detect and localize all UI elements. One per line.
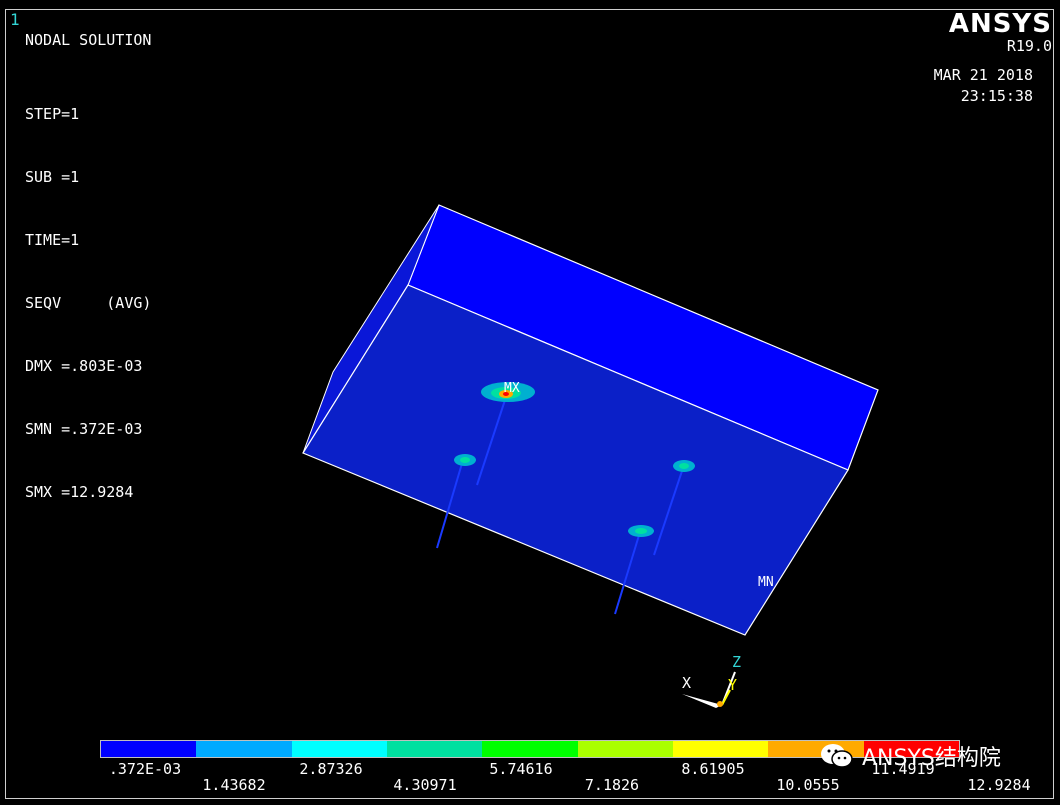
stress-spot-2[interactable] [454, 454, 476, 466]
min-label: MN [758, 575, 774, 590]
legend-color-cell [291, 741, 387, 757]
model-view[interactable] [0, 0, 1060, 805]
legend-tick: 10.0555 [776, 776, 840, 794]
legend-tick: .372E-03 [108, 760, 182, 778]
legend-color-cell [386, 741, 483, 757]
legend-tick: 7.1826 [584, 776, 640, 794]
axis-x-label: X [682, 674, 692, 692]
watermark: ANSYS结构院 [820, 740, 1001, 772]
stress-spot-3[interactable] [673, 460, 695, 472]
legend-tick: 4.30971 [393, 776, 457, 794]
legend-tick: 2.87326 [299, 760, 363, 778]
axis-y-label: Y [728, 676, 738, 694]
legend-color-cell [101, 741, 197, 757]
legend-color-cell [577, 741, 673, 757]
legend-tick: 5.74616 [489, 760, 553, 778]
legend-tick: 1.43682 [202, 776, 266, 794]
legend-color-cell [196, 741, 292, 757]
legend-color-cell [482, 741, 578, 757]
watermark-text: ANSYS结构院 [862, 746, 1001, 771]
stress-spot-4[interactable] [628, 525, 654, 537]
wechat-icon [820, 742, 854, 770]
max-label: MX [504, 381, 520, 396]
legend-tick: 8.61905 [681, 760, 745, 778]
legend-tick: 12.9284 [967, 776, 1031, 794]
legend-color-cell [672, 741, 769, 757]
axis-z-label: Z [732, 653, 742, 671]
